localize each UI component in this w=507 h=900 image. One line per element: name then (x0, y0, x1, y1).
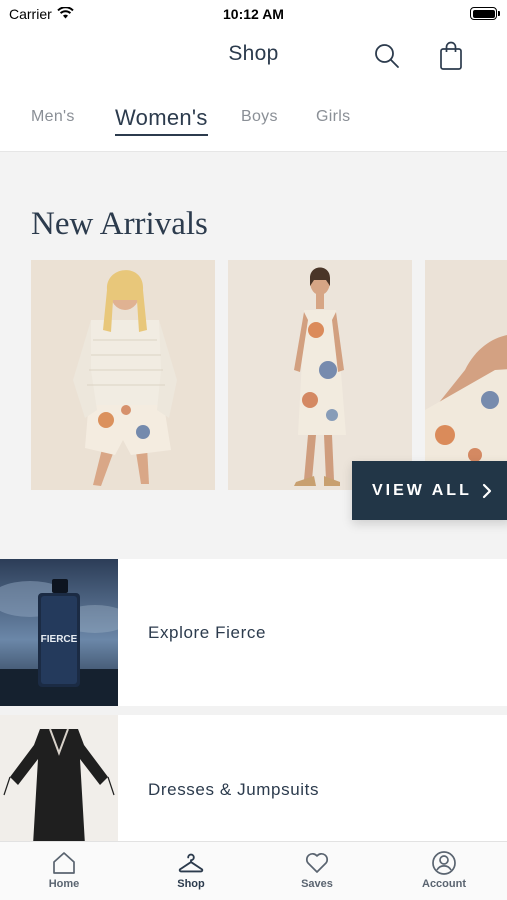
product-image (31, 260, 215, 490)
category-row-dresses-jumpsuits[interactable]: Dresses & Jumpsuits (0, 715, 507, 841)
fierce-bottle-text: FIERCE (41, 634, 78, 645)
category-row-explore-fierce[interactable]: FIERCE Explore Fierce (0, 559, 507, 706)
tab-womens[interactable]: Women's (115, 105, 208, 136)
tab-girls[interactable]: Girls (316, 108, 350, 126)
page-title: Shop (228, 42, 279, 65)
shopping-bag-icon (440, 41, 462, 70)
dress-thumbnail (0, 715, 118, 841)
nav-home[interactable]: Home (24, 850, 104, 890)
product-image (228, 260, 412, 490)
nav-home-label: Home (48, 878, 80, 890)
heart-icon (303, 850, 331, 876)
chevron-right-icon (482, 483, 492, 499)
category-tabs: Men's Women's Boys Girls (0, 100, 507, 152)
tab-boys[interactable]: Boys (241, 108, 278, 126)
row-divider (0, 706, 507, 715)
nav-saves-label: Saves (301, 878, 333, 890)
new-arrivals-section: New Arrivals VIEW ALL (0, 152, 507, 559)
nav-shop-label: Shop (177, 878, 205, 890)
fierce-thumbnail: FIERCE (0, 559, 118, 706)
account-icon (430, 850, 458, 876)
home-icon (50, 850, 78, 876)
status-time: 10:12 AM (223, 6, 284, 22)
section-title: New Arrivals (31, 206, 208, 242)
search-icon (375, 44, 399, 68)
nav-account[interactable]: Account (404, 850, 484, 890)
nav-saves[interactable]: Saves (277, 850, 357, 890)
view-all-label: VIEW ALL (372, 481, 472, 499)
search-button[interactable] (371, 40, 403, 72)
product-image (425, 260, 507, 490)
view-all-button[interactable]: VIEW ALL (352, 461, 507, 520)
product-card[interactable] (425, 260, 507, 490)
product-card[interactable] (228, 260, 412, 490)
nav-account-label: Account (422, 878, 466, 890)
nav-shop[interactable]: Shop (151, 850, 231, 890)
shopping-bag-button[interactable] (435, 40, 467, 72)
bottom-tab-bar: Home Shop Saves Account (0, 841, 507, 900)
battery-icon (470, 7, 500, 20)
tab-mens[interactable]: Men's (31, 108, 75, 126)
product-card[interactable] (31, 260, 215, 490)
category-label: Explore Fierce (148, 623, 266, 642)
hanger-icon (177, 850, 205, 876)
app-header: Shop (0, 28, 507, 84)
status-bar: Carrier 10:12 AM (0, 0, 507, 28)
category-label: Dresses & Jumpsuits (148, 780, 320, 799)
